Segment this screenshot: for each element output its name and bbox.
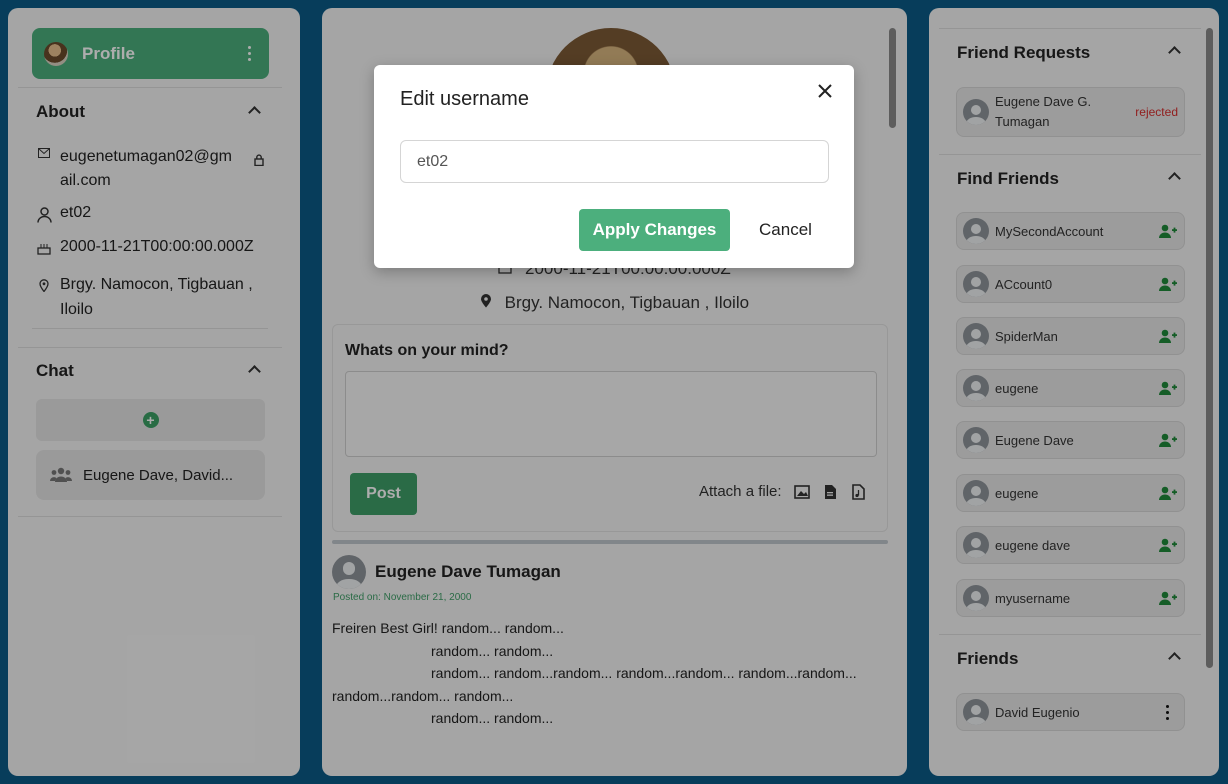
username-input[interactable] (400, 140, 829, 183)
edit-username-dialog: Edit username Apply Changes Cancel (374, 65, 854, 268)
close-icon[interactable] (816, 82, 834, 100)
dialog-title: Edit username (400, 88, 529, 110)
apply-changes-button[interactable]: Apply Changes (579, 209, 730, 251)
cancel-button[interactable]: Cancel (748, 209, 823, 251)
